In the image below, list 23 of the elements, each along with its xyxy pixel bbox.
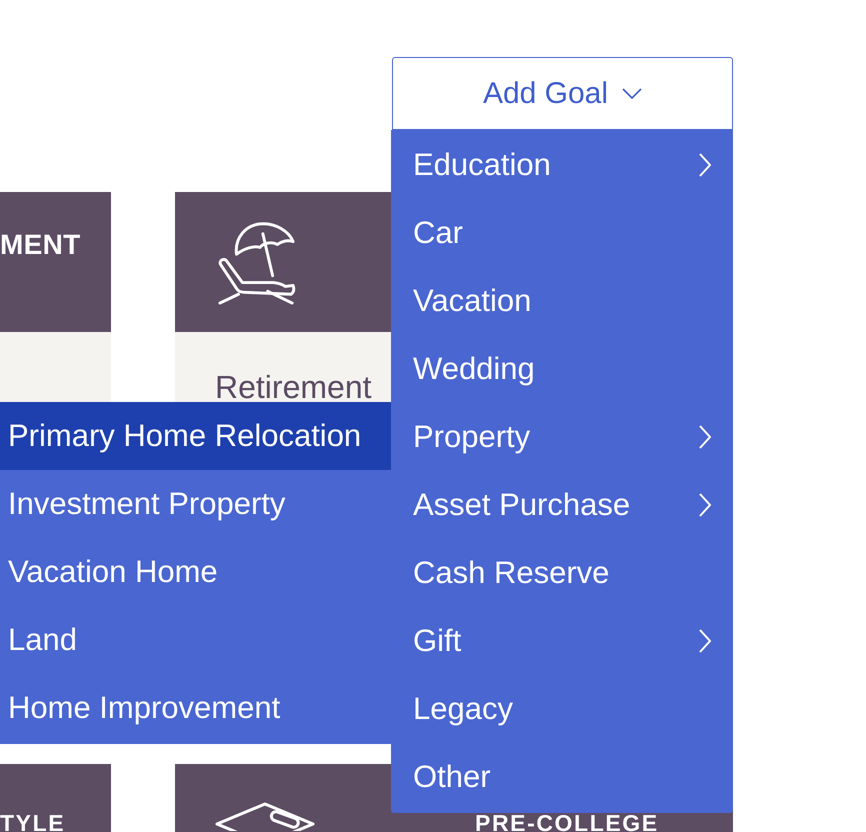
card-text: Retirement xyxy=(215,369,372,405)
card-title: TYLE xyxy=(0,814,66,832)
submenu-item[interactable]: Vacation Home xyxy=(0,538,391,606)
add-goal-button[interactable]: Add Goal xyxy=(392,57,733,130)
card-title: MENT xyxy=(0,231,81,259)
menu-item[interactable]: Other xyxy=(391,743,733,811)
menu-item[interactable]: Cash Reserve xyxy=(391,539,733,607)
umbrella-lounger-icon xyxy=(217,222,297,306)
card-title: PRE-COLLEGE xyxy=(475,814,659,832)
menu-item[interactable]: Asset Purchase xyxy=(391,471,733,539)
submenu-item[interactable]: Land xyxy=(0,606,391,674)
menu-item[interactable]: Wedding xyxy=(391,335,733,403)
submenu-item[interactable]: Primary Home Relocation xyxy=(0,402,391,470)
menu-item[interactable]: Education xyxy=(391,131,733,199)
menu-item[interactable]: Property xyxy=(391,403,733,471)
graduation-cap-icon xyxy=(215,802,315,831)
menu-item[interactable]: Car xyxy=(391,199,733,267)
menu-item[interactable]: Legacy xyxy=(391,675,733,743)
submenu-item[interactable]: Investment Property xyxy=(0,470,391,538)
menu-item[interactable]: Vacation xyxy=(391,267,733,335)
chevron-down-icon xyxy=(622,88,642,99)
submenu-item[interactable]: Home Improvement xyxy=(0,674,391,742)
menu-item[interactable]: Gift xyxy=(391,607,733,675)
